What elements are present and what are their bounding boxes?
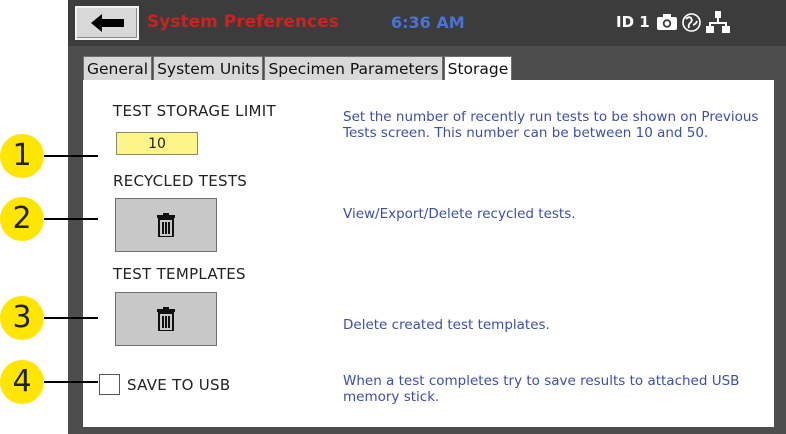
test-templates-button[interactable]: [115, 292, 217, 346]
save-to-usb-checkbox[interactable]: [99, 374, 120, 395]
camera-icon[interactable]: [656, 14, 677, 30]
callout-leader-line: [44, 317, 98, 319]
recycled-tests-button[interactable]: [115, 198, 217, 252]
tab-specimen-parameters[interactable]: Specimen Parameters: [264, 56, 443, 81]
test-storage-limit-label: TEST STORAGE LIMIT: [113, 102, 276, 120]
callout-number: 2: [0, 197, 44, 241]
trash-icon: [157, 213, 175, 237]
tab-bar: General System Units Specimen Parameters…: [83, 56, 513, 83]
callout-leader-line: [44, 381, 98, 383]
recycled-tests-label: RECYCLED TESTS: [113, 172, 248, 190]
save-to-usb-description: When a test completes try to save result…: [343, 373, 740, 405]
status-area: ID 1: [616, 8, 730, 36]
test-templates-label: TEST TEMPLATES: [113, 265, 246, 283]
title-bar: System Preferences 6:36 AM ID 1: [68, 0, 786, 46]
tab-storage[interactable]: Storage: [443, 56, 513, 83]
device-screen: System Preferences 6:36 AM ID 1 General …: [68, 0, 786, 434]
clock: 6:36 AM: [391, 13, 465, 32]
tab-system-units[interactable]: System Units: [153, 56, 264, 81]
callout-number: 1: [0, 134, 44, 178]
callout-leader-line: [44, 218, 98, 220]
callout-leader-line: [44, 155, 98, 157]
network-icon[interactable]: [705, 11, 730, 33]
back-button[interactable]: [75, 6, 139, 40]
globe-icon[interactable]: [681, 12, 701, 32]
save-to-usb-label[interactable]: SAVE TO USB: [127, 376, 230, 394]
callout-number: 4: [0, 360, 44, 404]
storage-panel: TEST STORAGE LIMIT Set the number of rec…: [83, 80, 774, 427]
callout-4: 4: [0, 360, 98, 404]
callout-3: 3: [0, 296, 98, 340]
callout-2: 2: [0, 197, 98, 241]
tab-general[interactable]: General: [83, 56, 153, 81]
callout-1: 1: [0, 134, 98, 178]
recycled-tests-description: View/Export/Delete recycled tests.: [343, 206, 576, 222]
id-label: ID 1: [616, 13, 650, 31]
test-storage-limit-description: Set the number of recently run tests to …: [343, 109, 759, 141]
arrow-left-icon: [91, 14, 124, 32]
test-templates-description: Delete created test templates.: [343, 317, 550, 333]
trash-icon: [157, 307, 175, 331]
window-title: System Preferences: [147, 12, 339, 32]
callout-number: 3: [0, 296, 44, 340]
test-storage-limit-input[interactable]: [116, 132, 198, 155]
